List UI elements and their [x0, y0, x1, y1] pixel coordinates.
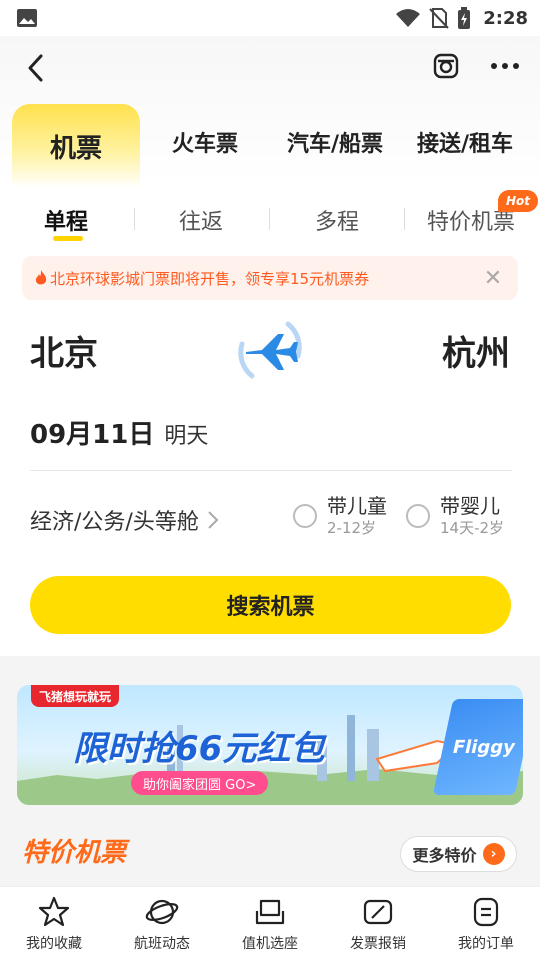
nav-favorites[interactable]: 我的收藏 [0, 887, 108, 960]
divider [134, 208, 135, 230]
seat-icon [255, 899, 285, 924]
status-time: 2:28 [483, 7, 528, 29]
departure-city[interactable]: 北京 [30, 326, 98, 375]
nav-label: 航班动态 [134, 935, 190, 952]
promo-subtitle: 助你阖家团圆 GO> [131, 771, 269, 795]
search-flights-button[interactable]: 搜索机票 [30, 576, 511, 634]
no-sim-icon [429, 8, 449, 29]
swap-route-button[interactable] [232, 312, 308, 388]
divider [269, 208, 270, 230]
tab-multi-city[interactable]: 多程 [315, 204, 359, 236]
promo-banner[interactable]: 飞猪想玩就玩 限时抢66元红包 助你阖家团圆 GO> Fliggy [17, 685, 523, 805]
nav-flight-status[interactable]: 航班动态 [108, 887, 216, 960]
nav-label: 值机选座 [242, 935, 298, 952]
option-age-range: 2-12岁 [327, 519, 377, 537]
tab-bus-ferry[interactable]: 汽车/船票 [275, 126, 395, 158]
nav-check-in[interactable]: 值机选座 [216, 887, 324, 960]
cabin-class-selector[interactable]: 经济/公务/头等舱 [30, 504, 219, 536]
header-actions [432, 52, 520, 80]
tab-one-way[interactable]: 单程 [44, 204, 88, 236]
divider [30, 470, 512, 471]
more-dots-icon[interactable] [490, 62, 520, 70]
flight-search-panel: 机票 火车票 汽车/船票 接送/租车 单程 往返 多程 特价机票 Hot 北京环… [0, 36, 540, 656]
back-arrow-icon [28, 54, 43, 82]
camera-icon[interactable] [432, 52, 460, 80]
trip-type-tabs: 单程 往返 多程 特价机票 Hot [0, 190, 540, 248]
status-bar: 2:28 [0, 0, 540, 36]
star-icon [38, 896, 70, 926]
date-selector[interactable]: 09月11日 明天 [30, 414, 208, 451]
planet-icon [145, 899, 179, 924]
promo-title: 限时抢66元红包 [73, 729, 325, 769]
divider [404, 208, 405, 230]
plane-swap-icon [238, 321, 302, 379]
nav-invoice[interactable]: 发票报销 [324, 887, 432, 960]
order-list-icon [473, 897, 499, 926]
option-children[interactable]: 带儿童 2-12岁 [293, 494, 387, 538]
back-button[interactable] [18, 50, 54, 86]
relative-date: 明天 [164, 424, 209, 449]
flame-icon [35, 270, 47, 285]
tab-transfer-rental[interactable]: 接送/租车 [405, 126, 525, 158]
tab-flights[interactable]: 机票 [12, 104, 140, 188]
departure-date: 09月11日 [30, 420, 155, 450]
notice-banner[interactable]: 北京环球影城门票即将开售，领专享15元机票券 ✕ [22, 256, 518, 300]
image-icon [17, 9, 37, 27]
arrival-city[interactable]: 杭州 [442, 326, 510, 375]
more-label: 更多特价 [412, 846, 477, 865]
tab-round-trip[interactable]: 往返 [179, 204, 223, 236]
battery-icon [458, 7, 471, 29]
ticket-icon [363, 899, 393, 924]
active-tab-indicator [53, 236, 83, 241]
wifi-icon [396, 9, 421, 27]
chevron-right-icon [208, 511, 219, 529]
cabin-class-label: 经济/公务/头等舱 [30, 510, 199, 535]
chevron-right-icon: › [482, 843, 505, 865]
option-age-range: 14天-2岁 [440, 519, 505, 537]
tab-trains[interactable]: 火车票 [150, 126, 260, 158]
radio-circle[interactable] [293, 504, 317, 528]
option-infant[interactable]: 带婴儿 14天-2岁 [406, 494, 504, 538]
notice-text: 北京环球影城门票即将开售，领专享15元机票券 [50, 269, 370, 288]
close-icon[interactable]: ✕ [480, 266, 506, 291]
hot-badge: Hot [498, 190, 538, 212]
special-fares-title: 特价机票 [22, 838, 127, 868]
option-label: 带婴儿 [440, 494, 500, 518]
nav-label: 我的订单 [458, 935, 514, 952]
main-tabs: 机票 火车票 汽车/船票 接送/租车 [0, 104, 540, 188]
more-special-fares-button[interactable]: 更多特价 › [400, 836, 517, 872]
radio-circle[interactable] [406, 504, 430, 528]
nav-label: 发票报销 [350, 935, 406, 952]
bottom-nav: 我的收藏 航班动态 值机选座 发票报销 我的订单 [0, 886, 540, 960]
nav-label: 我的收藏 [26, 935, 82, 952]
option-label: 带儿童 [327, 494, 387, 518]
nav-orders[interactable]: 我的订单 [432, 887, 540, 960]
